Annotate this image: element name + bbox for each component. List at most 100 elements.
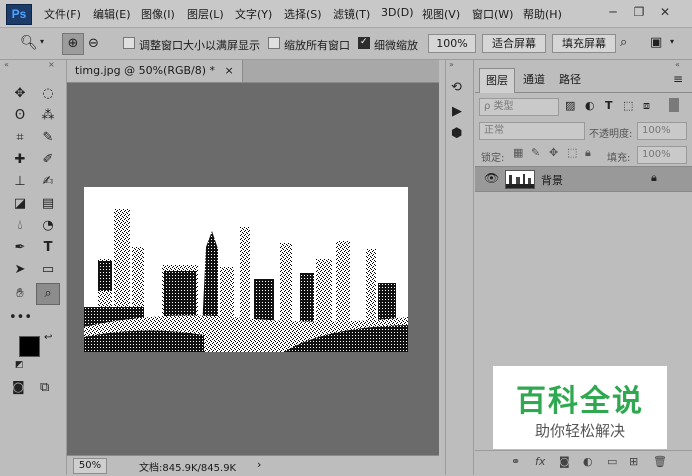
lasso-tool-icon[interactable]: ʘ: [9, 106, 31, 126]
marquee-tool-icon[interactable]: ◌: [37, 84, 59, 104]
crop-tool-icon[interactable]: ⌗: [9, 128, 31, 148]
menu-type[interactable]: 文字(Y): [235, 6, 272, 22]
filter-image-icon[interactable]: ▨: [565, 99, 575, 112]
close-panel-icon[interactable]: ×: [48, 60, 55, 69]
swap-colors-icon[interactable]: ↩: [44, 332, 52, 343]
lock-artboard-icon[interactable]: ⬚: [567, 146, 577, 159]
restore-button[interactable]: ❐: [628, 3, 650, 21]
lock-all-icon[interactable]: 🔒︎: [585, 146, 591, 160]
lock-transparent-icon[interactable]: ▦: [513, 146, 523, 159]
rectangle-tool-icon[interactable]: ▭: [37, 260, 59, 280]
panel-menu-icon[interactable]: ≡: [673, 72, 683, 86]
opacity-field[interactable]: 100%: [637, 122, 687, 140]
zoom-all-windows-checkbox[interactable]: [268, 37, 280, 49]
lock-position-icon[interactable]: ✥: [549, 146, 558, 159]
status-zoom-field[interactable]: 50%: [73, 458, 107, 474]
new-group-icon[interactable]: ▭: [607, 455, 617, 468]
zoom-in-icon[interactable]: ⊕: [62, 33, 84, 55]
workspace-chevron-icon[interactable]: ▾: [670, 37, 674, 46]
foreground-color-swatch[interactable]: [19, 336, 40, 357]
document-canvas[interactable]: [84, 187, 408, 352]
menu-layer[interactable]: 图层(L): [187, 6, 224, 22]
blur-tool-icon[interactable]: 💧︎: [9, 216, 31, 236]
history-brush-tool-icon[interactable]: ✍: [37, 172, 59, 192]
healing-brush-tool-icon[interactable]: ✚: [9, 150, 31, 170]
zoom-tool-icon[interactable]: ⌕: [36, 283, 60, 305]
resize-windows-checkbox[interactable]: [123, 37, 135, 49]
menu-file[interactable]: 文件(F): [44, 6, 81, 22]
history-panel-icon[interactable]: ⟲: [451, 80, 462, 95]
tab-close-icon[interactable]: ×: [225, 64, 234, 77]
layers-panel-footer: ⚭ fx ◙ ◐ ▭ ⊞ 🗑︎: [475, 450, 692, 476]
scrubby-zoom-label: 细微缩放: [374, 39, 418, 52]
3d-panel-icon[interactable]: ⬢: [451, 126, 462, 141]
filter-adjustment-icon[interactable]: ◐: [585, 99, 595, 112]
clone-stamp-tool-icon[interactable]: ⊥: [9, 172, 31, 192]
menu-window[interactable]: 窗口(W): [472, 6, 513, 22]
workspace-icon[interactable]: ▣: [650, 35, 662, 50]
brush-tool-icon[interactable]: ✐: [37, 150, 59, 170]
zoom-100-button[interactable]: 100%: [428, 34, 476, 53]
lock-label: 锁定:: [481, 153, 505, 164]
menu-view[interactable]: 视图(V): [422, 6, 460, 22]
fx-icon[interactable]: fx: [535, 455, 545, 468]
pen-tool-icon[interactable]: ✒: [9, 238, 31, 258]
move-tool-icon[interactable]: ✥: [9, 84, 31, 104]
magic-wand-tool-icon[interactable]: ⁂: [37, 106, 59, 126]
close-button[interactable]: ✕: [654, 3, 676, 21]
gradient-tool-icon[interactable]: ▤: [37, 194, 59, 214]
add-mask-icon[interactable]: ◙: [559, 455, 570, 468]
menu-image[interactable]: 图像(I): [141, 6, 175, 22]
type-tool-icon[interactable]: T: [37, 238, 59, 258]
document-tab[interactable]: timg.jpg @ 50%(RGB/8) * ×: [67, 60, 243, 82]
fill-field[interactable]: 100%: [637, 146, 687, 164]
screen-mode-icon[interactable]: ⧉: [40, 380, 49, 395]
dodge-tool-icon[interactable]: ◔: [37, 216, 59, 236]
layer-filter-select[interactable]: ρ 类型: [479, 98, 559, 116]
menu-3d[interactable]: 3D(D): [381, 6, 414, 19]
document-tab-bar: timg.jpg @ 50%(RGB/8) * ×: [67, 60, 439, 83]
menu-help[interactable]: 帮助(H): [523, 6, 562, 22]
menu-edit[interactable]: 编辑(E): [93, 6, 131, 22]
new-layer-icon[interactable]: ⊞: [629, 455, 638, 468]
status-menu-arrow[interactable]: ›: [257, 458, 261, 471]
adjustment-layer-icon[interactable]: ◐: [583, 455, 593, 468]
path-selection-tool-icon[interactable]: ➤: [9, 260, 31, 280]
scrubby-zoom-checkbox[interactable]: [358, 37, 370, 49]
tab-layers[interactable]: 图层: [479, 68, 515, 93]
actions-panel-icon[interactable]: ▶: [452, 104, 462, 119]
menu-filter[interactable]: 滤镜(T): [333, 6, 370, 22]
filter-type-icon[interactable]: T: [605, 99, 613, 112]
menu-select[interactable]: 选择(S): [284, 6, 322, 22]
more-tools-icon[interactable]: •••: [9, 308, 32, 328]
panel-tabs: 图层 通道 路径 ≡: [475, 68, 692, 93]
link-layers-icon[interactable]: ⚭: [511, 455, 520, 468]
trash-icon[interactable]: 🗑︎: [653, 455, 667, 468]
hand-tool-icon[interactable]: ✋︎: [9, 284, 31, 304]
fit-screen-button[interactable]: 适合屏幕: [482, 34, 546, 53]
filter-toggle-icon[interactable]: [669, 98, 679, 112]
eraser-tool-icon[interactable]: ◪: [9, 194, 31, 214]
collapse-icon[interactable]: «: [4, 60, 9, 69]
quick-mask-icon[interactable]: ◙: [12, 380, 25, 395]
eyedropper-tool-icon[interactable]: ✎: [37, 128, 59, 148]
chevron-down-icon[interactable]: ▾: [40, 37, 44, 46]
minimize-button[interactable]: ─: [602, 3, 624, 21]
search-icon[interactable]: ⌕: [620, 35, 627, 50]
expand-panels-icon[interactable]: »: [449, 60, 454, 69]
filter-shape-icon[interactable]: ⬚: [623, 99, 633, 112]
menu-bar: Ps 文件(F) 编辑(E) 图像(I) 图层(L) 文字(Y) 选择(S) 滤…: [0, 0, 692, 28]
default-colors-icon[interactable]: ◩: [15, 360, 24, 370]
zoom-out-icon[interactable]: ⊖: [88, 34, 99, 54]
filter-smart-object-icon[interactable]: ⧈: [643, 99, 650, 113]
eye-visibility-icon[interactable]: 👁︎: [484, 171, 499, 185]
zoom-tool-preset-icon[interactable]: 🔍︎: [20, 35, 38, 51]
lock-pixels-icon[interactable]: ✎: [531, 146, 540, 159]
resize-windows-label: 调整窗口大小以满屏显示: [139, 39, 260, 52]
fill-screen-button[interactable]: 填充屏幕: [552, 34, 616, 53]
tab-channels[interactable]: 通道: [517, 68, 551, 92]
tab-paths[interactable]: 路径: [553, 68, 587, 92]
blend-mode-select[interactable]: 正常: [479, 122, 585, 140]
layer-row[interactable]: 👁︎ 背景 🔒︎: [475, 166, 692, 192]
watermark-subtitle: 助你轻松解决: [534, 422, 625, 440]
